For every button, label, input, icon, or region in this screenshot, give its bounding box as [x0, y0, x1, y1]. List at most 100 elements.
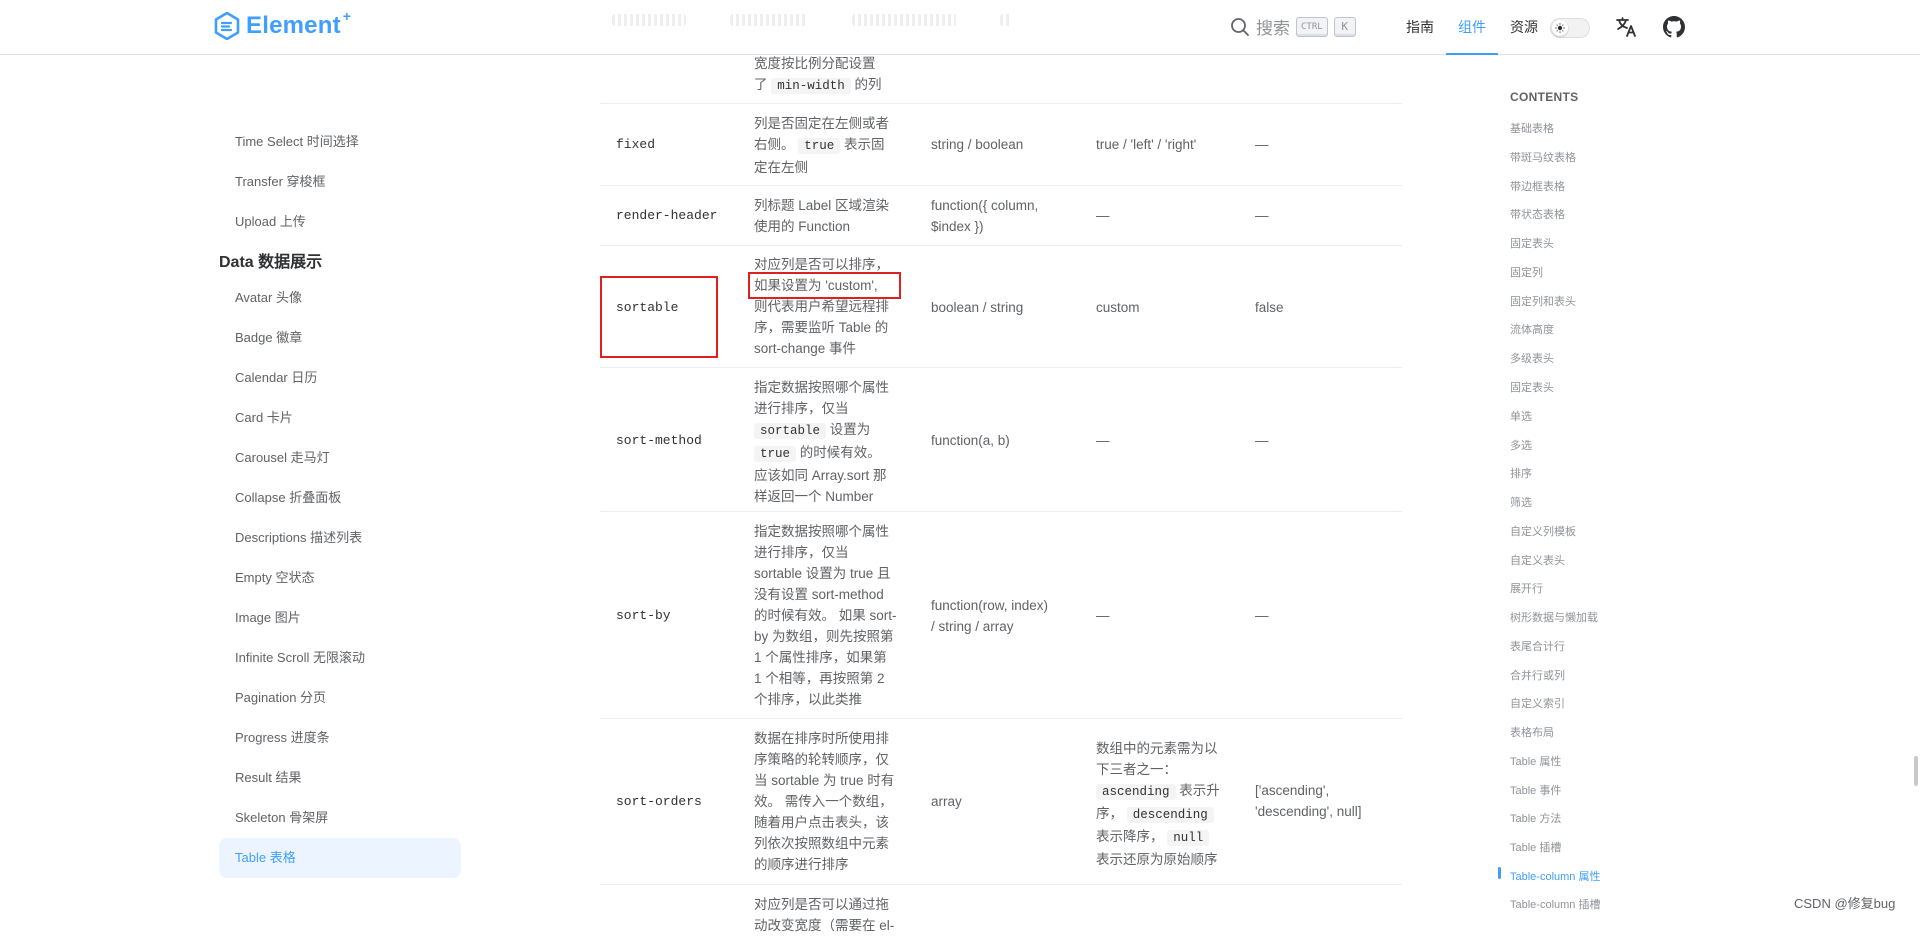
sidebar-item-image[interactable]: Image 图片 [219, 598, 461, 638]
toc-item[interactable]: 排序 [1510, 465, 1532, 481]
top-header: Element + 搜索 CTRL K 指南 组件 资源 [0, 0, 1920, 55]
toc-item[interactable]: 单选 [1510, 408, 1532, 424]
row-name: fixed [616, 137, 656, 152]
logo-plus: + [342, 8, 351, 24]
toc-item[interactable]: 合并行或列 [1510, 667, 1565, 683]
row-default: false [1255, 300, 1284, 315]
row-name: render-header [616, 208, 718, 223]
toc-item[interactable]: 树形数据与懒加载 [1510, 609, 1598, 625]
row-type: function(a, b) [931, 433, 1010, 448]
toc-item[interactable]: 带边框表格 [1510, 178, 1565, 194]
sidebar-item-transfer[interactable]: Transfer 穿梭框 [219, 162, 461, 202]
sidebar-item-upload[interactable]: Upload 上传 [219, 202, 461, 242]
toc-item[interactable]: Table 属性 [1510, 753, 1561, 769]
row-type: string / boolean [931, 137, 1024, 152]
sidebar-item-carousel[interactable]: Carousel 走马灯 [219, 438, 461, 478]
table-row: sortable 对应列是否可以排序， 如果设置为 'custom', 则代表用… [600, 246, 1402, 368]
toc-item[interactable]: 自定义表头 [1510, 552, 1565, 568]
logo[interactable]: Element + [214, 8, 351, 40]
sidebar-item-badge[interactable]: Badge 徽章 [219, 318, 461, 358]
row-default: ['ascending', 'descending', null] [1255, 783, 1362, 819]
row-type: boolean / string [931, 300, 1024, 315]
translate-icon[interactable] [1614, 15, 1638, 44]
toc-item[interactable]: Table-column 插槽 [1510, 896, 1600, 912]
toc-item[interactable]: 带状态表格 [1510, 206, 1565, 222]
sidebar-item-pagination[interactable]: Pagination 分页 [219, 678, 461, 718]
nav-guide[interactable]: 指南 [1394, 0, 1446, 55]
toc-item[interactable]: 流体高度 [1510, 321, 1554, 337]
sidebar-group-data: Data 数据展示 [219, 254, 323, 271]
row-description: 指定数据按照哪个属性 进行排序，仅当 sortable 设置为 true 且 没… [754, 524, 897, 707]
row-type: function({ column, $index }) [931, 198, 1039, 234]
row-description: 列标题 Label 区域渲染 使用的 Function [754, 198, 890, 234]
table-row: sort-by 指定数据按照哪个属性 进行排序，仅当 sortable 设置为 … [600, 512, 1402, 719]
csdn-watermark: CSDN @修复bug [1794, 896, 1896, 911]
row-description: 列是否固定在左侧或者 右侧。 true 表示固 定在左侧 [754, 116, 889, 175]
toc-item-active[interactable]: Table-column 属性 [1510, 868, 1600, 884]
attributes-table: 宽度按比例分配设置 了 min-width 的列 fixed 列是否固定在左侧或… [600, 0, 1402, 933]
table-row: sort-orders 数据在排序时所使用排 序策略的轮转顺序，仅 当 sort… [600, 719, 1402, 885]
row-options: true / 'left' / 'right' [1096, 137, 1197, 152]
toc-item[interactable]: 固定列和表头 [1510, 293, 1576, 309]
row-name: sort-method [616, 433, 702, 448]
search-icon [1231, 17, 1249, 36]
row-type: array [931, 794, 962, 809]
nav-resource[interactable]: 资源 [1498, 0, 1550, 55]
search-button[interactable]: 搜索 CTRL K [1230, 14, 1356, 39]
table-row: render-header 列标题 Label 区域渲染 使用的 Functio… [600, 186, 1402, 246]
row-default: — [1255, 137, 1269, 152]
row-options: custom [1096, 300, 1140, 315]
toc-item[interactable]: 固定表头 [1510, 235, 1554, 251]
github-icon[interactable] [1663, 16, 1685, 43]
row-description: 对应列是否可以排序， 如果设置为 'custom', 则代表用户希望远程排 序，… [754, 257, 889, 356]
kbd-k: K [1333, 16, 1356, 37]
row-description: 指定数据按照哪个属性 进行排序，仅当 sortable 设置为 true 的时候… [754, 380, 889, 504]
element-logo-icon [214, 12, 240, 40]
search-label: 搜索 [1256, 19, 1290, 38]
row-default: — [1255, 208, 1269, 223]
row-options: 数组中的元素需为以 下三者之一： ascending 表示升 序， descen… [1096, 741, 1220, 867]
header-blurred-area [612, 14, 1012, 26]
toc-item[interactable]: 筛选 [1510, 494, 1532, 510]
toc-item[interactable]: 多选 [1510, 437, 1532, 453]
toc-item[interactable]: 多级表头 [1510, 350, 1554, 366]
row-options: — [1096, 208, 1110, 223]
sun-icon [1552, 20, 1568, 36]
toc-item[interactable]: 自定义列模板 [1510, 523, 1576, 539]
sidebar-item-time-select[interactable]: Time Select 时间选择 [219, 122, 461, 162]
sidebar-item-collapse[interactable]: Collapse 折叠面板 [219, 478, 461, 518]
row-type: function(row, index) / string / array [931, 598, 1049, 634]
toc-item[interactable]: 带斑马纹表格 [1510, 149, 1576, 165]
sidebar-item-calendar[interactable]: Calendar 日历 [219, 358, 461, 398]
sidebar-item-infinite-scroll[interactable]: Infinite Scroll 无限滚动 [219, 638, 461, 678]
toc-item[interactable]: 基础表格 [1510, 120, 1554, 136]
toc-item[interactable]: Table 方法 [1510, 810, 1561, 826]
row-description: 对应列是否可以通过拖 动改变宽度（需要在 el- [754, 897, 895, 933]
toc-item[interactable]: 表格布局 [1510, 724, 1554, 740]
sidebar-item-result[interactable]: Result 结果 [219, 758, 461, 798]
toc-title: CONTENTS [1510, 90, 1579, 104]
toc-item[interactable]: 自定义索引 [1510, 695, 1565, 711]
toc-item[interactable]: 展开行 [1510, 580, 1543, 596]
toc-item[interactable]: Table 事件 [1510, 782, 1561, 798]
toc-item[interactable]: 固定表头 [1510, 379, 1554, 395]
highlight-box-sortable [600, 276, 718, 358]
sidebar-item-skeleton[interactable]: Skeleton 骨架屏 [219, 798, 461, 838]
nav-component[interactable]: 组件 [1446, 0, 1498, 55]
sidebar-item-descriptions[interactable]: Descriptions 描述列表 [219, 518, 461, 558]
toc-item[interactable]: Table 插槽 [1510, 839, 1561, 855]
toc-item[interactable]: 固定列 [1510, 264, 1543, 280]
top-nav: 指南 组件 资源 [1394, 0, 1550, 55]
theme-toggle[interactable] [1550, 18, 1590, 38]
toc-item[interactable]: 表尾合计行 [1510, 638, 1565, 654]
table-of-contents: CONTENTS 基础表格 带斑马纹表格 带边框表格 带状态表格 固定表头 固定… [1498, 0, 1760, 919]
highlight-box-custom [748, 272, 901, 299]
sidebar-item-empty[interactable]: Empty 空状态 [219, 558, 461, 598]
toc-active-marker [1498, 867, 1501, 879]
sidebar-item-card[interactable]: Card 卡片 [219, 398, 461, 438]
sidebar-item-avatar[interactable]: Avatar 头像 [219, 278, 461, 318]
sidebar-item-table[interactable]: Table 表格 [219, 838, 461, 878]
scrollbar-thumb[interactable] [1914, 756, 1918, 786]
sidebar-item-progress[interactable]: Progress 进度条 [219, 718, 461, 758]
row-options: — [1096, 608, 1110, 623]
